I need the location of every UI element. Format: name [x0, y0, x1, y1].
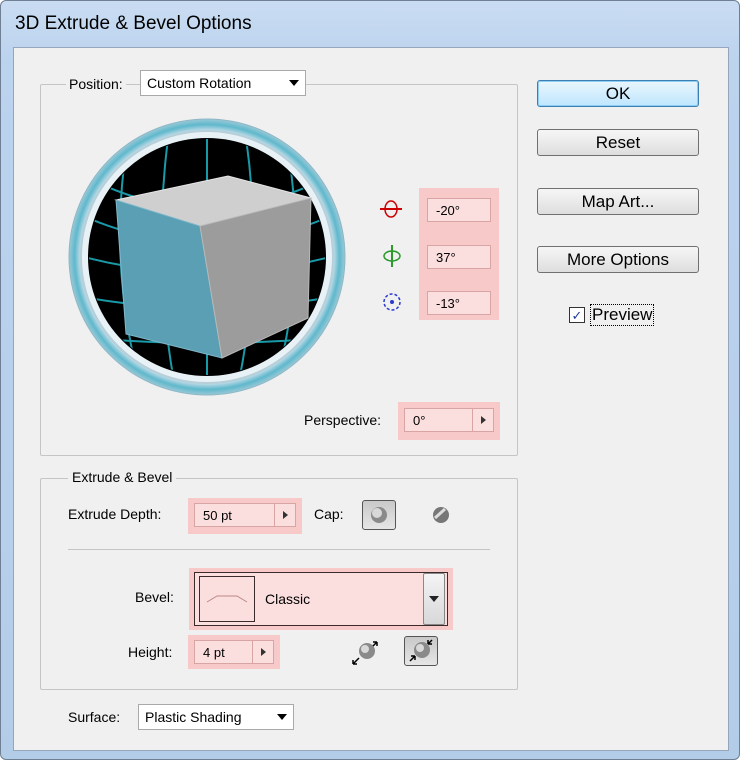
reset-button[interactable]: Reset: [537, 129, 699, 156]
chevron-down-icon: [283, 71, 305, 95]
bevel-in-icon: [409, 639, 433, 662]
checkmark-icon: ✓: [571, 307, 583, 323]
y-rotation-input[interactable]: 37°: [427, 245, 491, 269]
height-label: Height:: [128, 644, 173, 660]
bevel-label: Bevel:: [135, 589, 174, 605]
chevron-right-icon[interactable]: [274, 504, 295, 526]
cap-on-icon: [371, 507, 387, 523]
dialog-window: 3D Extrude & Bevel Options Position: Cus…: [0, 0, 740, 760]
perspective-stepper[interactable]: 0°: [404, 408, 494, 432]
bevel-value: Classic: [265, 591, 311, 607]
ok-button[interactable]: OK: [537, 80, 699, 107]
bevel-profile-icon: [199, 576, 255, 622]
perspective-label: Perspective:: [304, 412, 382, 428]
divider: [68, 549, 490, 550]
bevel-out-button[interactable]: [348, 638, 382, 668]
extrude-depth-label: Extrude Depth:: [68, 506, 162, 522]
map-art-button[interactable]: Map Art...: [537, 188, 699, 215]
rotation-track-cube[interactable]: [68, 118, 346, 396]
x-axis-rotation-icon: [378, 198, 404, 223]
preview-label[interactable]: Preview: [590, 304, 655, 326]
z-rotation-input[interactable]: -13°: [427, 291, 491, 315]
extrude-depth-stepper[interactable]: 50 pt: [194, 503, 296, 527]
z-axis-rotation-icon: [380, 290, 404, 317]
preview-checkbox[interactable]: ✓: [569, 307, 585, 323]
surface-select[interactable]: Plastic Shading: [138, 704, 294, 730]
surface-label: Surface:: [68, 709, 121, 725]
title-bar[interactable]: 3D Extrude & Bevel Options: [1, 1, 739, 47]
bevel-out-icon: [352, 641, 378, 665]
chevron-down-icon: [271, 705, 293, 729]
bevel-select[interactable]: Classic: [194, 572, 448, 626]
bevel-in-button[interactable]: [404, 636, 438, 666]
chevron-right-icon[interactable]: [472, 409, 493, 431]
x-rotation-input[interactable]: -20°: [427, 198, 491, 222]
height-stepper[interactable]: 4 pt: [194, 640, 274, 664]
position-preset-value: Custom Rotation: [147, 75, 252, 91]
dialog-title: 3D Extrude & Bevel Options: [15, 13, 252, 34]
position-label: Position:: [66, 76, 126, 92]
surface-value: Plastic Shading: [145, 709, 242, 725]
cap-on-button[interactable]: [362, 500, 396, 530]
extrude-bevel-group-label: Extrude & Bevel: [68, 469, 177, 485]
dialog-body: Position: Custom Rotation -20° 37° -13° …: [13, 47, 729, 751]
y-axis-rotation-icon: [380, 244, 404, 271]
position-preset-select[interactable]: Custom Rotation: [140, 70, 306, 96]
more-options-button[interactable]: More Options: [537, 246, 699, 273]
cap-off-icon: [433, 507, 449, 523]
cap-off-button[interactable]: [424, 500, 458, 530]
chevron-down-icon[interactable]: [423, 573, 445, 625]
chevron-right-icon[interactable]: [252, 641, 273, 663]
cap-label: Cap:: [314, 506, 344, 522]
